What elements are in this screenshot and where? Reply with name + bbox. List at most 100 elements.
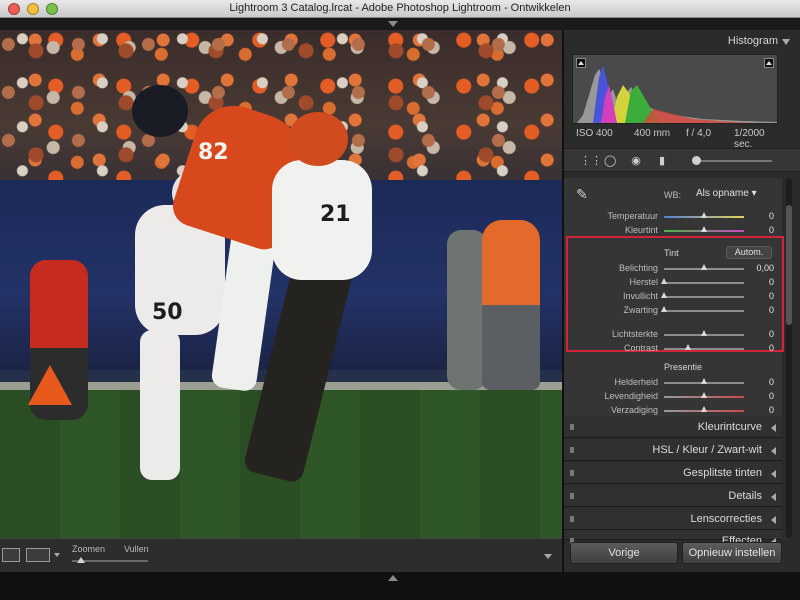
section-title: Kleurintcurve (697, 421, 762, 433)
aperture-value: f / 4,0 (686, 128, 712, 139)
section-toggle-icon (570, 516, 574, 522)
zoom-label: Zoomen (72, 544, 106, 554)
shadow-clipping-icon[interactable] (576, 58, 586, 68)
slider-value[interactable]: 0,00 (756, 263, 774, 273)
photo-canvas[interactable]: 82 21 50 (0, 30, 562, 538)
slider-thumb[interactable] (701, 212, 707, 218)
slider-row-temperatuur: Temperatuur 0 (564, 210, 782, 224)
previous-button[interactable]: Vorige (570, 542, 678, 564)
view-menu-caret-icon[interactable] (54, 553, 60, 557)
slider-value[interactable]: 0 (769, 329, 774, 339)
slider-track[interactable] (664, 282, 744, 284)
section-header[interactable]: Effecten (564, 530, 782, 547)
slider-track[interactable] (664, 348, 744, 350)
slider-row-levendigheid: Levendigheid 0 (564, 390, 782, 404)
histogram-curve (577, 65, 777, 123)
wb-preset-select[interactable]: Als opname ▾ (696, 188, 757, 199)
slider-row-zwarting: Zwarting 0 (564, 304, 782, 318)
slider-row-invullicht: Invullicht 0 (564, 290, 782, 304)
section-title: Details (728, 490, 762, 502)
photo-player-helmet (288, 112, 348, 166)
highlight-clipping-icon[interactable] (764, 58, 774, 68)
tool-strip: ⋮⋮ ◯ ◉ ▮ (564, 148, 800, 172)
slider-value[interactable]: 0 (769, 225, 774, 235)
expand-section-icon (771, 470, 776, 478)
presence-label: Presentie (664, 362, 703, 372)
slider-thumb[interactable] (661, 278, 667, 284)
histogram-title: Histogram (727, 35, 778, 47)
slider-row-contrast: Contrast 0 (564, 342, 782, 356)
slider-thumb[interactable] (701, 406, 707, 412)
slider-label: Contrast (623, 343, 658, 353)
before-after-button[interactable] (26, 548, 50, 562)
slider-track[interactable] (664, 296, 744, 298)
photo-player-legs (140, 330, 180, 480)
slider-label: Levendigheid (604, 391, 658, 401)
section-title: HSL / Kleur / Zwart-wit (652, 444, 762, 456)
fill-label: Vullen (124, 544, 149, 554)
section-header[interactable]: Details (564, 485, 782, 507)
toolbar-menu-icon[interactable] (544, 554, 552, 559)
slider-label: Lichtsterkte (611, 329, 658, 339)
section-header[interactable]: Gesplitste tinten (564, 462, 782, 484)
slider-value[interactable]: 0 (769, 305, 774, 315)
graduated-filter-icon[interactable]: ▮ (656, 155, 668, 167)
adjustment-brush-slider[interactable] (694, 160, 772, 162)
slider-label: Helderheid (614, 377, 658, 387)
panel-scrollbar-thumb[interactable] (786, 205, 792, 325)
section-header[interactable]: HSL / Kleur / Zwart-wit (564, 439, 782, 461)
jersey-number: 21 (320, 202, 351, 227)
slider-thumb[interactable] (701, 264, 707, 270)
red-eye-icon[interactable]: ◉ (630, 155, 642, 167)
filmstrip-toggle[interactable] (0, 572, 800, 600)
section-header[interactable]: Lenscorrecties (564, 508, 782, 530)
section-title: Lenscorrecties (690, 513, 762, 525)
slider-label: Herstel (629, 277, 658, 287)
slider-label: Zwarting (623, 305, 658, 315)
slider-value[interactable]: 0 (769, 377, 774, 387)
slider-row-belichting: Belichting 0,00 (564, 262, 782, 276)
expand-section-icon (771, 516, 776, 524)
collapse-arrow-icon (388, 21, 398, 27)
loupe-view-button[interactable] (2, 548, 20, 562)
top-panel-toggle[interactable] (0, 18, 800, 30)
slider-value[interactable]: 0 (769, 391, 774, 401)
adjustment-brush-icon[interactable] (692, 156, 701, 165)
slider-label: Temperatuur (607, 211, 658, 221)
photo-player-helmet (132, 85, 188, 137)
slider-thumb[interactable] (661, 306, 667, 312)
zoom-slider-thumb[interactable] (77, 557, 86, 563)
reset-button[interactable]: Opnieuw instellen (682, 542, 782, 564)
section-toggle-icon (570, 493, 574, 499)
slider-value[interactable]: 0 (769, 405, 774, 415)
expand-arrow-icon (388, 575, 398, 581)
basic-panel: ✎ WB: Als opname ▾ Tint Autom. Presentie… (564, 178, 784, 416)
histogram-exif: ISO 400 400 mm f / 4,0 1/2000 sec. (572, 128, 784, 150)
slider-thumb[interactable] (701, 226, 707, 232)
collapse-panel-icon (782, 39, 790, 45)
section-toggle-icon (570, 470, 574, 476)
slider-thumb[interactable] (701, 392, 707, 398)
slider-label: Verzadiging (610, 405, 658, 415)
slider-value[interactable]: 0 (769, 211, 774, 221)
section-header[interactable]: Kleurintcurve (564, 416, 782, 438)
photo-person (482, 220, 540, 390)
slider-thumb[interactable] (701, 330, 707, 336)
section-toggle-icon (570, 424, 574, 430)
histogram-header[interactable]: Histogram (564, 30, 800, 52)
slider-thumb[interactable] (701, 378, 707, 384)
slider-track[interactable] (664, 310, 744, 312)
spot-removal-icon[interactable]: ◯ (604, 155, 616, 167)
slider-row-kleurtint: Kleurtint 0 (564, 224, 782, 238)
eyedropper-icon[interactable]: ✎ (576, 186, 594, 204)
slider-thumb[interactable] (685, 344, 691, 350)
slider-value[interactable]: 0 (769, 277, 774, 287)
slider-thumb[interactable] (661, 292, 667, 298)
jersey-number: 82 (198, 140, 229, 165)
histogram-graph[interactable] (572, 54, 778, 124)
crop-icon[interactable]: ⋮⋮ (580, 155, 602, 167)
photo-person (447, 230, 487, 390)
slider-value[interactable]: 0 (769, 291, 774, 301)
slider-value[interactable]: 0 (769, 343, 774, 353)
shutter-value: 1/2000 sec. (734, 128, 765, 150)
